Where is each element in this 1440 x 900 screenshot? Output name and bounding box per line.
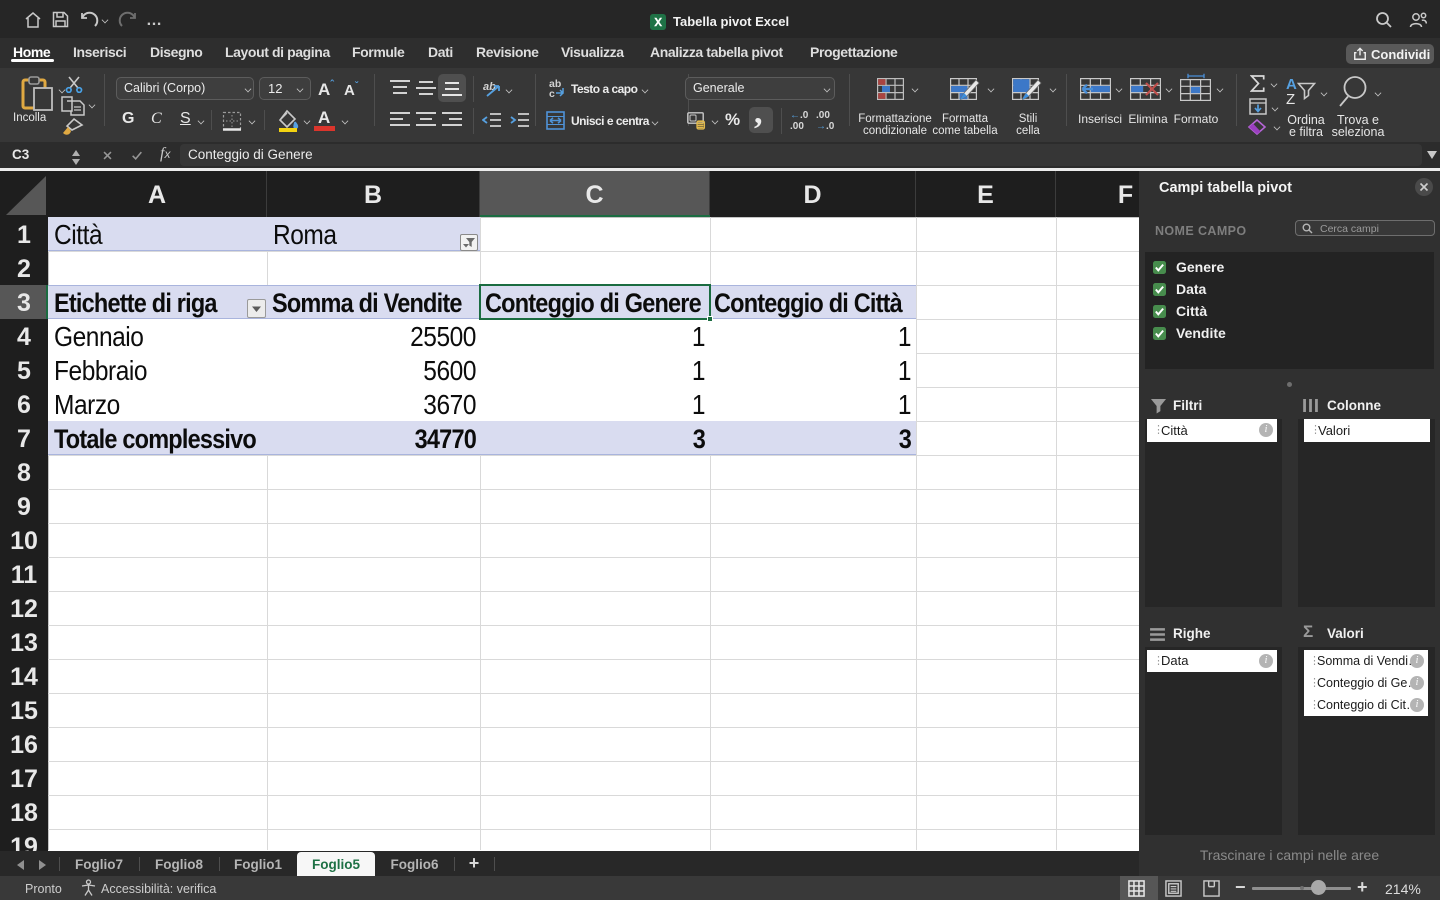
svg-text:c: c (549, 88, 555, 98)
